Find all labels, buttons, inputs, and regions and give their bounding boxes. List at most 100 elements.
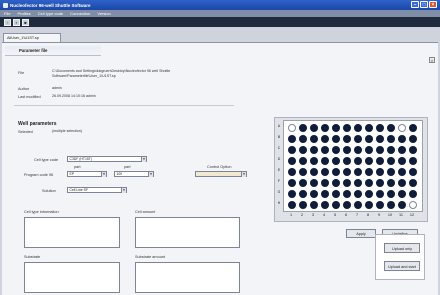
control-option-select[interactable]: ▼ [195, 171, 247, 177]
well-G7[interactable] [354, 190, 362, 198]
well-F9[interactable] [376, 179, 384, 187]
well-B8[interactable] [365, 135, 373, 143]
well-G9[interactable] [376, 190, 384, 198]
well-D5[interactable] [332, 157, 340, 165]
well-E6[interactable] [343, 168, 351, 176]
tab-parameter-file[interactable]: AllUser_1\U1ST.sp [3, 33, 61, 42]
well-C10[interactable] [387, 146, 395, 154]
cell-type-info-field[interactable] [24, 217, 120, 248]
well-F1[interactable] [288, 179, 296, 187]
well-A6[interactable] [343, 124, 351, 132]
menu-cell-type-code[interactable]: Cell type code [38, 11, 63, 16]
well-E1[interactable] [288, 168, 296, 176]
well-B6[interactable] [343, 135, 351, 143]
well-H12[interactable] [409, 201, 417, 209]
well-C5[interactable] [332, 146, 340, 154]
well-C9[interactable] [376, 146, 384, 154]
minimize-button[interactable]: – [411, 1, 419, 8]
well-B7[interactable] [354, 135, 362, 143]
well-F2[interactable] [299, 179, 307, 187]
well-A1[interactable] [288, 124, 296, 132]
well-B4[interactable] [321, 135, 329, 143]
well-G1[interactable] [288, 190, 296, 198]
well-H2[interactable] [299, 201, 307, 209]
new-file-icon[interactable]: ▫ [4, 18, 11, 26]
well-B5[interactable] [332, 135, 340, 143]
well-E9[interactable] [376, 168, 384, 176]
well-C12[interactable] [409, 146, 417, 154]
well-B12[interactable] [409, 135, 417, 143]
well-A3[interactable] [310, 124, 318, 132]
well-C7[interactable] [354, 146, 362, 154]
well-H10[interactable] [387, 201, 395, 209]
well-D10[interactable] [387, 157, 395, 165]
well-F5[interactable] [332, 179, 340, 187]
save-icon[interactable]: ■ [22, 18, 29, 26]
well-D1[interactable] [288, 157, 296, 165]
well-G3[interactable] [310, 190, 318, 198]
well-A4[interactable] [321, 124, 329, 132]
substrate-field[interactable] [24, 262, 120, 293]
well-G11[interactable] [398, 190, 406, 198]
well-E12[interactable] [409, 168, 417, 176]
well-C4[interactable] [321, 146, 329, 154]
well-F12[interactable] [409, 179, 417, 187]
well-H8[interactable] [365, 201, 373, 209]
cell-amount-field[interactable] [135, 217, 240, 248]
well-D9[interactable] [376, 157, 384, 165]
well-C1[interactable] [288, 146, 296, 154]
well-A8[interactable] [365, 124, 373, 132]
well-G10[interactable] [387, 190, 395, 198]
maximize-button[interactable]: □ [420, 1, 428, 8]
well-F8[interactable] [365, 179, 373, 187]
apply-button[interactable]: Apply [346, 229, 376, 238]
solution-select[interactable]: Cell Line SF ▼ [67, 187, 127, 193]
well-G12[interactable] [409, 190, 417, 198]
well-F3[interactable] [310, 179, 318, 187]
well-A9[interactable] [376, 124, 384, 132]
close-panel-icon[interactable]: × [429, 57, 435, 63]
well-H3[interactable] [310, 201, 318, 209]
well-E2[interactable] [299, 168, 307, 176]
menu-file[interactable]: File [4, 11, 10, 16]
well-D8[interactable] [365, 157, 373, 165]
well-E10[interactable] [387, 168, 395, 176]
menu-version[interactable]: Version [97, 11, 110, 16]
well-H7[interactable] [354, 201, 362, 209]
well-D7[interactable] [354, 157, 362, 165]
well-G2[interactable] [299, 190, 307, 198]
well-C2[interactable] [299, 146, 307, 154]
well-A2[interactable] [299, 124, 307, 132]
well-G8[interactable] [365, 190, 373, 198]
substrate-amount-field[interactable] [135, 262, 240, 293]
well-A7[interactable] [354, 124, 362, 132]
menu-profiles[interactable]: Profiles [17, 11, 30, 16]
upload-only-button[interactable]: Upload only [384, 243, 420, 253]
well-D6[interactable] [343, 157, 351, 165]
menu-connection[interactable]: Connection [70, 11, 90, 16]
program-code-select-1[interactable]: EP ▼ [67, 171, 107, 177]
open-folder-icon[interactable]: ▪ [13, 18, 20, 26]
upload-and-start-button[interactable]: Upload and start [384, 261, 420, 271]
well-E4[interactable] [321, 168, 329, 176]
well-G4[interactable] [321, 190, 329, 198]
well-E8[interactable] [365, 168, 373, 176]
close-window-button[interactable]: × [429, 1, 437, 8]
well-C6[interactable] [343, 146, 351, 154]
well-B2[interactable] [299, 135, 307, 143]
well-H4[interactable] [321, 201, 329, 209]
well-B10[interactable] [387, 135, 395, 143]
well-F7[interactable] [354, 179, 362, 187]
well-G5[interactable] [332, 190, 340, 198]
well-E7[interactable] [354, 168, 362, 176]
well-F10[interactable] [387, 179, 395, 187]
well-A12[interactable] [409, 124, 417, 132]
well-A11[interactable] [398, 124, 406, 132]
well-D4[interactable] [321, 157, 329, 165]
cell-type-code-select[interactable]: C3DF (HT15T) ▼ [67, 156, 147, 162]
well-H5[interactable] [332, 201, 340, 209]
well-E5[interactable] [332, 168, 340, 176]
well-H6[interactable] [343, 201, 351, 209]
well-F6[interactable] [343, 179, 351, 187]
well-B3[interactable] [310, 135, 318, 143]
